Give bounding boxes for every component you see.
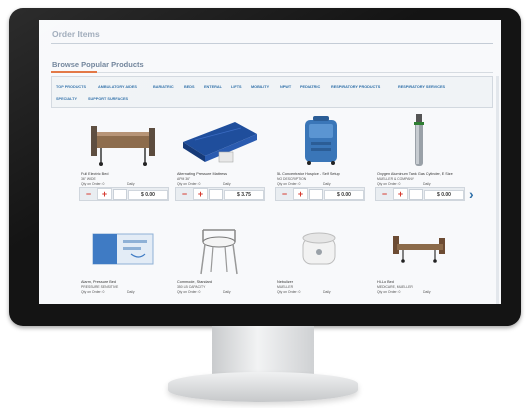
tab-lifts[interactable]: Lifts bbox=[231, 85, 242, 89]
product-card[interactable]: Nebulizer Mueller Qty on Order: 0 Daily bbox=[275, 220, 363, 304]
tab-pediatric[interactable]: Pediatric bbox=[300, 85, 320, 89]
product-card[interactable]: Commode, Standard 350 lb capacity Qty on… bbox=[175, 220, 263, 304]
product-subtitle: Medicare, Mueller bbox=[377, 285, 413, 289]
qty-on-order: Qty on Order: 0 bbox=[81, 182, 105, 186]
category-tabs: Top Products Ambulatory Aides Bariatric … bbox=[51, 76, 493, 108]
billing-unit: Daily bbox=[223, 182, 231, 186]
page-title: Order Items bbox=[52, 29, 100, 39]
product-subtitle: Mueller bbox=[277, 285, 294, 289]
tab-support-surfaces[interactable]: Support Surfaces bbox=[88, 97, 128, 101]
billing-unit: Daily bbox=[423, 290, 431, 294]
oxygen-cylinder-icon bbox=[414, 114, 424, 166]
quantity-input[interactable] bbox=[113, 189, 127, 200]
tab-ambulatory-aides[interactable]: Ambulatory Aides bbox=[98, 85, 137, 89]
qty-on-order: Qty on Order: 0 bbox=[177, 182, 201, 186]
nebulizer-icon bbox=[302, 232, 336, 265]
billing-unit: Daily bbox=[127, 182, 135, 186]
product-name: Oxygen Aluminum Tank Gas Cylinder, E Siz… bbox=[377, 172, 453, 176]
tab-top-products[interactable]: Top Products bbox=[56, 85, 86, 89]
chevron-right-icon[interactable]: › bbox=[469, 187, 474, 201]
monitor-stand-neck bbox=[212, 326, 314, 376]
product-name: Commode, Standard bbox=[177, 280, 213, 284]
bed-alarm-icon bbox=[92, 233, 154, 265]
quantity-controls: − + $ 0.00 bbox=[375, 187, 465, 201]
quantity-input[interactable] bbox=[209, 189, 223, 200]
product-card[interactable]: Hi-Lo Bed Medicare, Mueller Qty on Order… bbox=[375, 220, 463, 304]
monitor-stand-base bbox=[168, 372, 358, 402]
qty-on-order: Qty on Order: 0 bbox=[377, 290, 401, 294]
product-subtitle: no description bbox=[277, 177, 307, 181]
billing-unit: Daily bbox=[127, 290, 135, 294]
product-card[interactable]: Alternating Pressure Mattress APM 36" Qt… bbox=[175, 112, 265, 202]
decrease-quantity-button[interactable]: − bbox=[178, 189, 191, 199]
product-name: 5L Concentrator Hospice - Self Setup bbox=[277, 172, 340, 176]
monitor-screen: Order Items Browse Popular Products Top … bbox=[39, 20, 501, 304]
qty-on-order: Qty on Order: 0 bbox=[81, 290, 105, 294]
qty-on-order: Qty on Order: 0 bbox=[277, 182, 301, 186]
product-card[interactable]: Oxygen Aluminum Tank Gas Cylinder, E Siz… bbox=[375, 112, 465, 202]
tab-respiratory-services[interactable]: Respiratory Services bbox=[398, 85, 445, 89]
billing-unit: Daily bbox=[323, 182, 331, 186]
decrease-quantity-button[interactable]: − bbox=[82, 189, 95, 199]
title-divider bbox=[51, 43, 493, 44]
product-card[interactable]: 5L Concentrator Hospice - Self Setup no … bbox=[275, 112, 365, 202]
product-name: Alarm, Pressure Bed bbox=[81, 280, 117, 284]
commode-icon bbox=[200, 229, 238, 275]
product-name: Alternating Pressure Mattress bbox=[177, 172, 228, 176]
product-name: Hi-Lo Bed bbox=[377, 280, 394, 284]
billing-unit: Daily bbox=[323, 290, 331, 294]
product-subtitle: Pressure Sensitive bbox=[81, 285, 119, 289]
tab-specialty[interactable]: Specialty bbox=[56, 97, 77, 101]
billing-unit: Daily bbox=[423, 182, 431, 186]
hi-lo-bed-icon bbox=[393, 236, 445, 263]
product-card[interactable]: Alarm, Pressure Bed Pressure Sensitive Q… bbox=[79, 220, 167, 304]
qty-on-order: Qty on Order: 0 bbox=[277, 290, 301, 294]
increase-quantity-button[interactable]: + bbox=[293, 188, 308, 200]
oxygen-concentrator-icon bbox=[305, 116, 337, 165]
tab-mobility[interactable]: Mobility bbox=[251, 85, 269, 89]
section-divider bbox=[51, 72, 493, 73]
tab-beds[interactable]: Beds bbox=[184, 85, 195, 89]
billing-unit: Daily bbox=[223, 290, 231, 294]
tab-enteral[interactable]: Enteral bbox=[204, 85, 222, 89]
section-title: Browse Popular Products bbox=[52, 60, 144, 69]
product-subtitle: Mueller & Company bbox=[377, 177, 415, 181]
hospital-bed-icon bbox=[91, 126, 155, 166]
section-title-underline bbox=[51, 71, 97, 73]
product-subtitle: 36" wide bbox=[81, 177, 96, 181]
quantity-controls: − + $ 0.00 bbox=[79, 187, 169, 201]
product-subtitle: APM 36" bbox=[177, 177, 191, 181]
product-subtitle: 350 lb capacity bbox=[177, 285, 206, 289]
product-price: $ 0.00 bbox=[324, 190, 364, 200]
quantity-controls: − + $ 0.00 bbox=[275, 187, 365, 201]
increase-quantity-button[interactable]: + bbox=[193, 188, 208, 200]
scrollbar[interactable] bbox=[496, 76, 499, 304]
tab-respiratory-products[interactable]: Respiratory Products bbox=[331, 85, 380, 89]
pressure-mattress-icon bbox=[183, 122, 257, 163]
qty-on-order: Qty on Order: 0 bbox=[377, 182, 401, 186]
increase-quantity-button[interactable]: + bbox=[97, 188, 112, 200]
quantity-controls: − + $ 3.75 bbox=[175, 187, 265, 201]
product-card[interactable]: Full Electric Bed 36" wide Qty on Order:… bbox=[79, 112, 169, 202]
decrease-quantity-button[interactable]: − bbox=[378, 189, 391, 199]
product-price: $ 0.00 bbox=[424, 190, 464, 200]
product-price: $ 3.75 bbox=[224, 190, 264, 200]
qty-on-order: Qty on Order: 0 bbox=[177, 290, 201, 294]
increase-quantity-button[interactable]: + bbox=[393, 188, 408, 200]
tab-npwt[interactable]: NPWT bbox=[280, 85, 291, 89]
product-name: Full Electric Bed bbox=[81, 172, 109, 176]
quantity-input[interactable] bbox=[409, 189, 423, 200]
product-name: Nebulizer bbox=[277, 280, 294, 284]
quantity-input[interactable] bbox=[309, 189, 323, 200]
decrease-quantity-button[interactable]: − bbox=[278, 189, 291, 199]
product-price: $ 0.00 bbox=[128, 190, 168, 200]
tab-bariatric[interactable]: Bariatric bbox=[153, 85, 174, 89]
